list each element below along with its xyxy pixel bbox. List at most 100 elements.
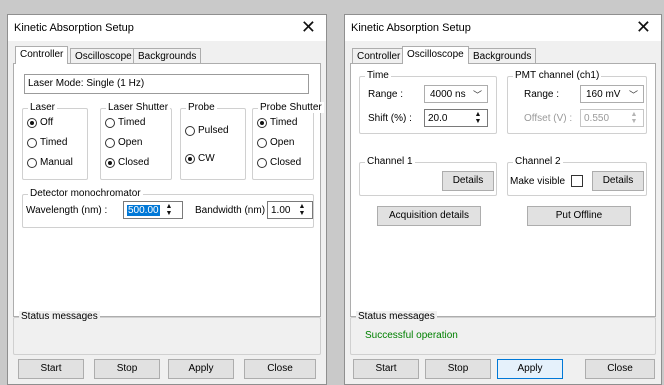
chevron-down-icon: ﹀ xyxy=(472,90,482,100)
apply-button[interactable]: Apply xyxy=(497,359,563,379)
tab-oscilloscope[interactable]: Oscilloscope xyxy=(402,46,469,64)
put-offline-button[interactable]: Put Offline xyxy=(527,206,631,226)
probe-pulsed-radio[interactable]: Pulsed xyxy=(185,125,229,136)
make-visible-label: Make visible xyxy=(510,176,566,187)
offset-value: 0.550 xyxy=(584,113,610,124)
close-button[interactable]: Close xyxy=(585,359,655,379)
laser-off-radio[interactable]: Off xyxy=(27,117,53,128)
radio-unselected-icon xyxy=(27,137,37,148)
laser-shutter-group-label: Laser Shutter xyxy=(106,102,171,113)
probe-group: Probe Pulsed CW xyxy=(180,102,246,180)
wavelength-spinner[interactable]: ▲ ▼ xyxy=(163,203,175,217)
radio-unselected-icon xyxy=(257,137,267,148)
make-visible-checkbox[interactable] xyxy=(571,175,583,187)
start-button[interactable]: Start xyxy=(18,359,84,379)
probe-shutter-closed-radio[interactable]: Closed xyxy=(257,157,301,168)
spin-up-icon: ▲ xyxy=(630,111,638,118)
tab-backgrounds[interactable]: Backgrounds xyxy=(133,48,202,63)
offset-label: Offset (V) : xyxy=(524,113,573,124)
tab-controller[interactable]: Controller xyxy=(15,46,69,64)
radio-selected-icon xyxy=(185,153,195,164)
offset-spinner: ▲ ▼ xyxy=(628,111,640,125)
pmt-range-dropdown[interactable]: 160 mV ﹀ xyxy=(580,85,644,103)
status-message: Successful operation xyxy=(365,330,458,341)
channel2-details-button[interactable]: Details xyxy=(592,171,644,191)
radio-unselected-icon xyxy=(105,137,115,148)
radio-unselected-icon xyxy=(185,125,195,136)
bandwidth-spinner[interactable]: ▲ ▼ xyxy=(296,203,308,217)
probe-shutter-timed-radio[interactable]: Timed xyxy=(257,117,297,128)
laser-group: Laser Off Timed Manual xyxy=(22,102,88,180)
laser-manual-label: Manual xyxy=(40,157,73,168)
radio-unselected-icon xyxy=(27,157,37,168)
channel1-group: Channel 1 Details xyxy=(359,156,497,196)
spin-down-icon[interactable]: ▼ xyxy=(472,118,484,125)
pmt-group-label: PMT channel (ch1) xyxy=(513,70,602,81)
laser-shutter-open-label: Open xyxy=(118,137,143,148)
channel2-group: Channel 2 Make visible Details xyxy=(507,156,647,196)
laser-shutter-open-radio[interactable]: Open xyxy=(105,137,142,148)
stop-button[interactable]: Stop xyxy=(94,359,160,379)
probe-pulsed-label: Pulsed xyxy=(198,125,229,136)
time-range-label: Range : xyxy=(368,89,404,100)
laser-shutter-group: Laser Shutter Timed Open Closed xyxy=(100,102,172,180)
laser-manual-radio[interactable]: Manual xyxy=(27,157,73,168)
pmt-range-value: 160 mV xyxy=(586,89,621,100)
start-button[interactable]: Start xyxy=(353,359,419,379)
probe-shutter-group-label: Probe Shutter xyxy=(258,102,324,113)
apply-button[interactable]: Apply xyxy=(168,359,234,379)
time-group: Time Range : 4000 ns ﹀ Shift (%) : 20.0 … xyxy=(359,70,497,134)
spin-up-icon[interactable]: ▲ xyxy=(296,203,308,210)
laser-off-label: Off xyxy=(40,117,54,128)
status-messages-label: Status messages xyxy=(356,311,437,322)
channel1-details-button[interactable]: Details xyxy=(442,171,494,191)
wavelength-label: Wavelength (nm) : xyxy=(26,205,108,216)
radio-unselected-icon xyxy=(105,117,115,128)
title-bar: Kinetic Absorption Setup ✕ xyxy=(8,15,326,41)
title-bar: Kinetic Absorption Setup ✕ xyxy=(345,15,661,41)
laser-timed-radio[interactable]: Timed xyxy=(27,137,67,148)
channel1-label: Channel 1 xyxy=(365,156,415,167)
shift-label: Shift (%) : xyxy=(368,113,412,124)
channel2-label: Channel 2 xyxy=(513,156,563,167)
close-button[interactable]: Close xyxy=(244,359,316,379)
bandwidth-value: 1.00 xyxy=(271,205,291,216)
status-messages-group: Status messages Successful operation xyxy=(350,311,656,355)
close-icon[interactable]: ✕ xyxy=(301,17,316,37)
probe-shutter-open-radio[interactable]: Open xyxy=(257,137,294,148)
probe-group-label: Probe xyxy=(186,102,217,113)
spin-down-icon[interactable]: ▼ xyxy=(296,210,308,217)
status-messages-group: Status messages xyxy=(13,311,321,355)
radio-selected-icon xyxy=(27,117,37,128)
time-group-label: Time xyxy=(365,70,391,81)
time-range-value: 4000 ns xyxy=(430,89,466,100)
tab-oscilloscope[interactable]: Oscilloscope xyxy=(70,48,137,63)
shift-spinner[interactable]: ▲ ▼ xyxy=(472,111,484,125)
probe-shutter-closed-label: Closed xyxy=(270,157,302,168)
kinetic-setup-window-left: Kinetic Absorption Setup ✕ Controller Os… xyxy=(7,14,327,385)
probe-cw-radio[interactable]: CW xyxy=(185,153,215,164)
probe-shutter-group: Probe Shutter Timed Open Closed xyxy=(252,102,324,180)
time-range-dropdown[interactable]: 4000 ns ﹀ xyxy=(424,85,488,103)
laser-shutter-closed-radio[interactable]: Closed xyxy=(105,157,149,168)
tab-controller[interactable]: Controller xyxy=(352,48,406,63)
detector-monochromator-group: Detector monochromator Wavelength (nm) :… xyxy=(22,188,314,228)
status-messages-label: Status messages xyxy=(19,311,100,322)
radio-selected-icon xyxy=(105,157,115,168)
spin-up-icon[interactable]: ▲ xyxy=(472,111,484,118)
shift-value: 20.0 xyxy=(428,113,448,124)
probe-shutter-open-label: Open xyxy=(270,137,295,148)
tab-backgrounds[interactable]: Backgrounds xyxy=(468,48,537,63)
kinetic-setup-window-right: Kinetic Absorption Setup ✕ Controller Os… xyxy=(344,14,662,385)
window-title: Kinetic Absorption Setup xyxy=(14,22,134,34)
laser-shutter-timed-radio[interactable]: Timed xyxy=(105,117,145,128)
spin-up-icon[interactable]: ▲ xyxy=(163,203,175,210)
close-icon[interactable]: ✕ xyxy=(636,17,651,37)
laser-group-label: Laser xyxy=(28,102,58,113)
spin-down-icon[interactable]: ▼ xyxy=(163,210,175,217)
laser-mode-field: Laser Mode: Single (1 Hz) xyxy=(24,74,309,94)
acquisition-details-button[interactable]: Acquisition details xyxy=(377,206,481,226)
stop-button[interactable]: Stop xyxy=(425,359,491,379)
bandwidth-label: Bandwidth (nm) : xyxy=(195,205,271,216)
pmt-channel-group: PMT channel (ch1) Range : 160 mV ﹀ Offse… xyxy=(507,70,647,134)
